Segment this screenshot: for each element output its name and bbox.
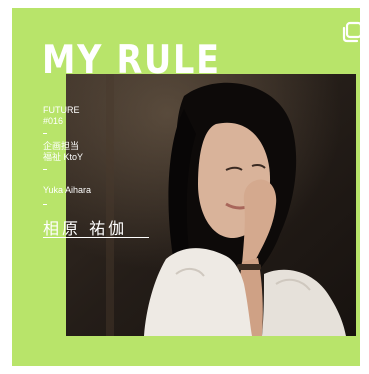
divider (43, 133, 47, 134)
role-line-1: 企画担当 (43, 141, 80, 151)
handwritten-signature: 相原 祐伽 (43, 219, 128, 238)
signature-underline (43, 237, 149, 238)
role-line-2: 福祉 KtoY (43, 152, 84, 162)
series-label: FUTURE (43, 105, 80, 115)
portrait-photo (66, 74, 356, 336)
multiple-pages-icon[interactable] (340, 21, 364, 45)
divider (43, 204, 47, 205)
post-card[interactable]: MY RULE FUTURE #016 企画担当 福祉 KtoY Yuka Ai… (12, 8, 360, 366)
divider (43, 169, 47, 170)
issue-number: #016 (43, 116, 64, 126)
person-name: Yuka Aihara (43, 185, 92, 195)
title: MY RULE (42, 38, 221, 83)
